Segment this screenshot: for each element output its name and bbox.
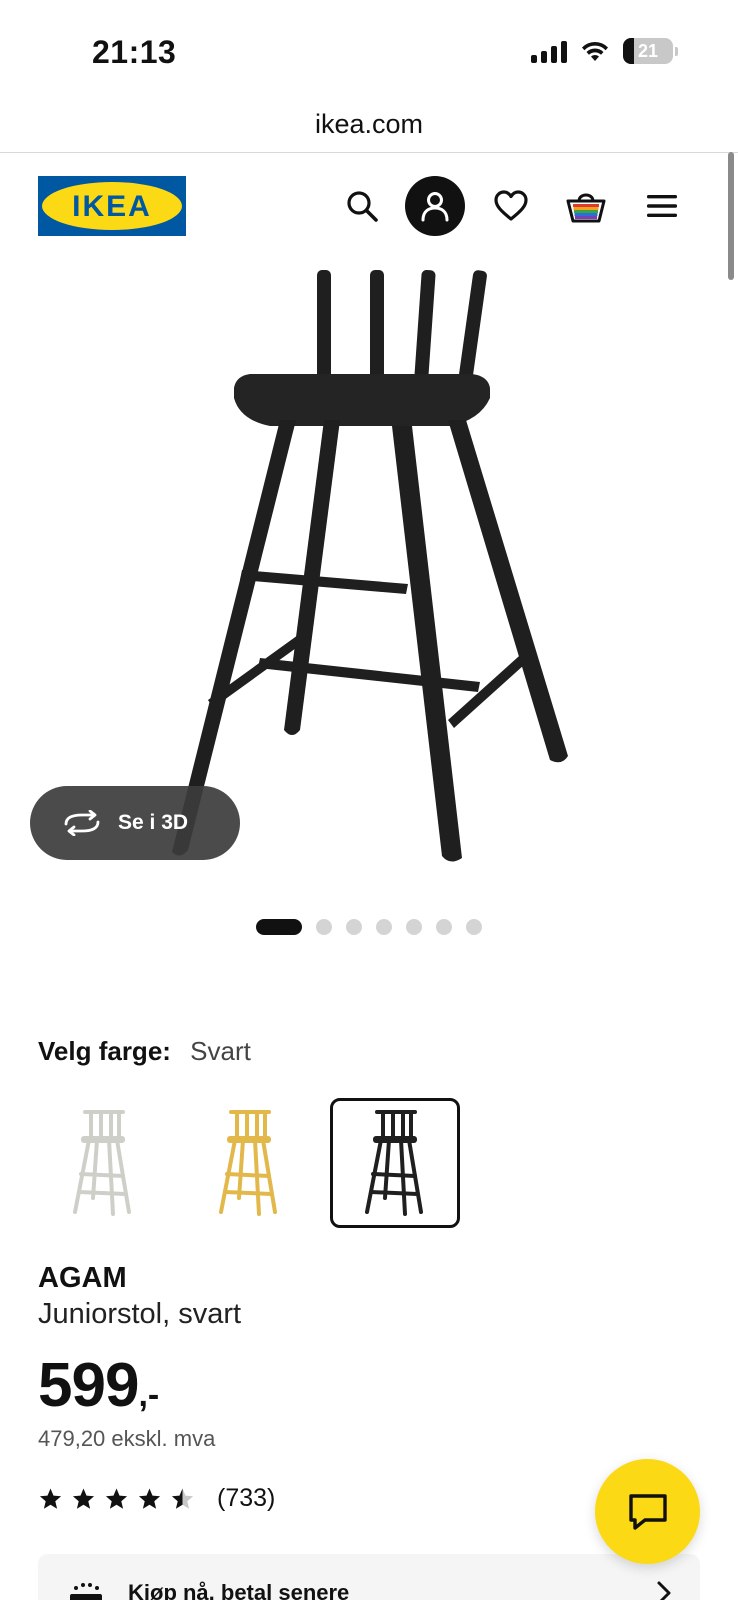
color-picker-header: Velg farge: Svart xyxy=(38,1036,251,1067)
pay-later-text: Kjøp nå, betal senere xyxy=(128,1580,350,1600)
status-icons: 21 xyxy=(531,38,678,64)
selected-color: Svart xyxy=(190,1036,251,1066)
carousel-dot[interactable] xyxy=(466,919,482,935)
carousel-dot[interactable] xyxy=(376,919,392,935)
site-header: IKEA xyxy=(0,153,738,261)
url-text: ikea.com xyxy=(314,109,424,139)
star-icon xyxy=(138,1488,161,1509)
star-icon xyxy=(105,1488,128,1509)
profile-icon[interactable] xyxy=(405,176,465,236)
basket-icon[interactable] xyxy=(560,180,612,232)
battery-cap xyxy=(675,46,678,56)
chair-thumbnail-icon xyxy=(73,1110,131,1216)
star-icon xyxy=(72,1488,95,1509)
view-3d-button[interactable]: Se i 3D xyxy=(30,786,240,860)
wifi-icon xyxy=(582,41,608,61)
rating-stars xyxy=(38,1487,195,1511)
chat-icon xyxy=(628,1493,667,1530)
ikea-logo[interactable]: IKEA xyxy=(38,176,186,236)
product-description: Juniorstol, svart xyxy=(38,1298,242,1330)
battery-level: 21 xyxy=(637,40,659,61)
menu-icon[interactable] xyxy=(636,180,688,232)
carousel-dot[interactable] xyxy=(436,919,452,935)
price-suffix: ,- xyxy=(138,1376,160,1414)
chevron-right-icon xyxy=(657,1581,671,1600)
rotate-3d-icon xyxy=(64,810,100,836)
color-swatch[interactable] xyxy=(330,1098,460,1228)
chat-button[interactable] xyxy=(595,1459,700,1564)
product-name[interactable]: AGAM xyxy=(38,1262,127,1295)
star-icon xyxy=(39,1488,62,1509)
carousel-dot[interactable] xyxy=(406,919,422,935)
signal-icon xyxy=(531,39,567,63)
search-icon[interactable] xyxy=(336,180,388,232)
price-value: 599 xyxy=(38,1351,139,1420)
product-rating[interactable]: (733) xyxy=(38,1484,275,1513)
status-bar: 21:13 21 xyxy=(0,0,738,100)
color-label: Velg farge: xyxy=(38,1036,171,1066)
carousel-dot[interactable] xyxy=(346,919,362,935)
chair-thumbnail-icon xyxy=(219,1110,277,1216)
color-swatches xyxy=(38,1098,460,1228)
rating-count: (733) xyxy=(217,1484,276,1512)
pay-later-banner[interactable]: Kjøp nå, betal senere xyxy=(38,1554,700,1600)
carousel-dot[interactable] xyxy=(316,919,332,935)
address-bar[interactable]: ikea.com xyxy=(0,100,738,153)
product-price: 599 ,- xyxy=(38,1350,159,1421)
carousel-dots[interactable] xyxy=(256,919,482,935)
chair-thumbnail-icon xyxy=(365,1110,423,1216)
color-swatch[interactable] xyxy=(38,1098,168,1228)
logo-text: IKEA xyxy=(72,190,152,223)
view-3d-label: Se i 3D xyxy=(118,811,189,834)
color-swatch[interactable] xyxy=(184,1098,314,1228)
heart-icon[interactable] xyxy=(485,180,537,232)
battery-icon: 21 xyxy=(623,38,673,64)
status-time: 21:13 xyxy=(92,34,177,70)
payment-icon xyxy=(70,1583,102,1600)
star-icon xyxy=(171,1488,194,1509)
price-ex-vat: 479,20 ekskl. mva xyxy=(38,1426,216,1451)
carousel-dot-active[interactable] xyxy=(256,919,302,935)
